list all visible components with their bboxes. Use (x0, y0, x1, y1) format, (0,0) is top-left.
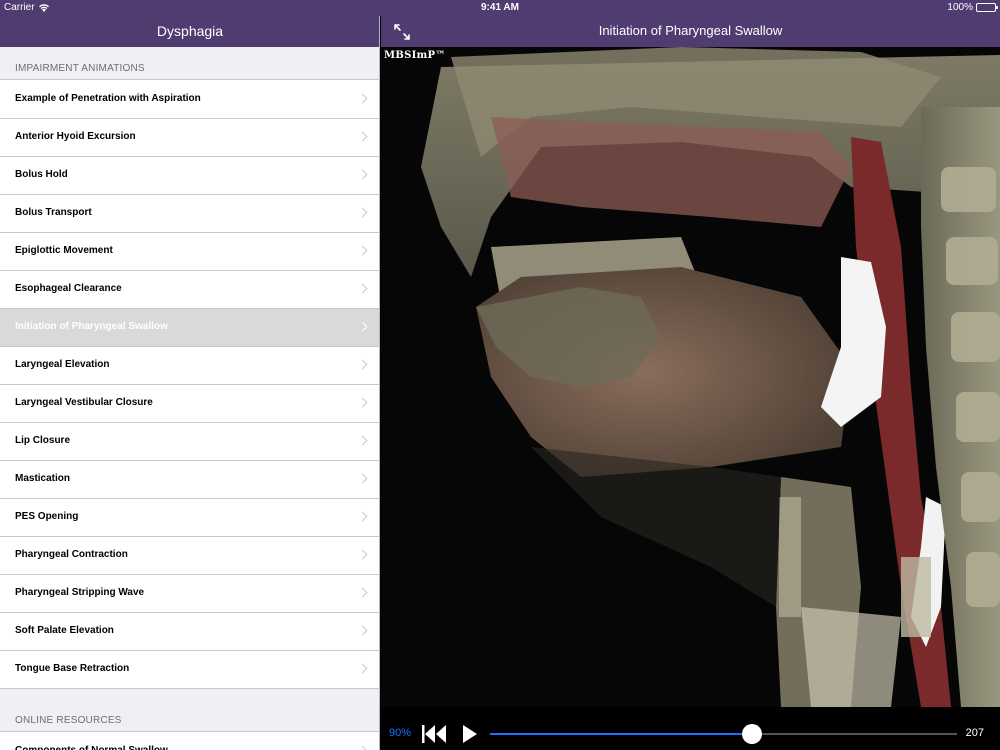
detail-title: Initiation of Pharyngeal Swallow (598, 23, 783, 38)
chevron-right-icon (357, 625, 368, 636)
list-item[interactable]: Initiation of Pharyngeal Swallow (0, 308, 379, 346)
list-item[interactable]: Pharyngeal Stripping Wave (0, 574, 379, 612)
list-item[interactable]: Laryngeal Vestibular Closure (0, 384, 379, 422)
list-item-label: Tongue Base Retraction (15, 663, 130, 674)
scrubber-track[interactable] (490, 724, 957, 744)
play-icon[interactable] (463, 725, 477, 743)
scrubber-progress (490, 733, 752, 735)
chevron-right-icon (357, 93, 368, 104)
zoom-level[interactable]: 90% (389, 727, 411, 739)
list-item-label: Soft Palate Elevation (15, 625, 114, 636)
chevron-right-icon (357, 283, 368, 294)
expand-icon[interactable] (393, 22, 411, 40)
anatomy-animation-frame (381, 47, 1000, 707)
chevron-right-icon (357, 587, 368, 598)
animation-list: IMPAIRMENT ANIMATIONS Example of Penetrat… (0, 47, 379, 750)
frame-count: 207 (965, 727, 984, 739)
list-item-label: Laryngeal Elevation (15, 359, 110, 370)
chevron-right-icon (357, 745, 368, 750)
list-item-label: Initiation of Pharyngeal Swallow (15, 321, 168, 332)
status-bar: Carrier 9:41 AM 100% (0, 0, 1000, 16)
chevron-right-icon (357, 397, 368, 408)
list-item-label: Lip Closure (15, 435, 71, 446)
list-item-label: Epiglottic Movement (15, 245, 113, 256)
list-item[interactable]: Esophageal Clearance (0, 270, 379, 308)
playback-controls: 90% 207 (381, 707, 1000, 750)
list-item-label: Laryngeal Vestibular Closure (15, 397, 153, 408)
list-item[interactable]: PES Opening (0, 498, 379, 536)
list-item[interactable]: Pharyngeal Contraction (0, 536, 379, 574)
animation-video[interactable]: MBSImP™ (381, 47, 1000, 707)
list-item[interactable]: Laryngeal Elevation (0, 346, 379, 384)
chevron-right-icon (357, 549, 368, 560)
list-item[interactable]: Mastication (0, 460, 379, 498)
list-item[interactable]: Lip Closure (0, 422, 379, 460)
list-item-label: Components of Normal Swallow (15, 745, 168, 750)
battery: 100% (947, 2, 998, 13)
rewind-icon[interactable] (422, 725, 446, 743)
mbsimp-watermark: MBSImP™ (384, 50, 446, 61)
list-item[interactable]: Example of Penetration with Aspiration (0, 80, 379, 118)
scrubber-thumb[interactable] (741, 724, 762, 744)
master-nav-title: Dysphagia (0, 16, 379, 47)
chevron-right-icon (357, 511, 368, 522)
list-item[interactable]: Bolus Hold (0, 156, 379, 194)
chevron-right-icon (357, 245, 368, 256)
chevron-right-icon (357, 321, 368, 332)
list-item[interactable]: Epiglottic Movement (0, 232, 379, 270)
list-item[interactable]: Bolus Transport (0, 194, 379, 232)
list-item-label: Pharyngeal Contraction (15, 549, 128, 560)
battery-percent: 100% (947, 2, 973, 13)
detail-pane: Initiation of Pharyngeal Swallow MBSImP™… (381, 0, 1000, 750)
chevron-right-icon (357, 663, 368, 674)
list-item-label: PES Opening (15, 511, 79, 522)
list-item-label: Example of Penetration with Aspiration (15, 93, 201, 104)
list-item[interactable]: Soft Palate Elevation (0, 612, 379, 650)
chevron-right-icon (357, 131, 368, 142)
status-time: 9:41 AM (481, 2, 519, 13)
chevron-right-icon (357, 435, 368, 446)
battery-icon (976, 3, 998, 12)
list-item-label: Pharyngeal Stripping Wave (15, 587, 145, 598)
list-item-label: Anterior Hyoid Excursion (15, 131, 136, 142)
chevron-right-icon (357, 473, 368, 484)
chevron-right-icon (357, 169, 368, 180)
chevron-right-icon (357, 359, 368, 370)
section-group: Example of Penetration with Aspiration An… (0, 79, 379, 689)
section-group: Components of Normal Swallow (0, 731, 379, 750)
detail-nav-bar: Initiation of Pharyngeal Swallow (381, 16, 1000, 47)
section-header: IMPAIRMENT ANIMATIONS (15, 63, 145, 74)
list-item[interactable]: Components of Normal Swallow (0, 732, 379, 750)
master-pane: Dysphagia IMPAIRMENT ANIMATIONS Example o… (0, 0, 380, 750)
list-item-label: Bolus Transport (15, 207, 92, 218)
list-item[interactable]: Anterior Hyoid Excursion (0, 118, 379, 156)
list-item-label: Bolus Hold (15, 169, 68, 180)
list-item-label: Mastication (15, 473, 71, 484)
chevron-right-icon (357, 207, 368, 218)
list-item-label: Esophageal Clearance (15, 283, 122, 294)
section-header: ONLINE RESOURCES (15, 715, 122, 726)
list-item[interactable]: Tongue Base Retraction (0, 650, 379, 688)
